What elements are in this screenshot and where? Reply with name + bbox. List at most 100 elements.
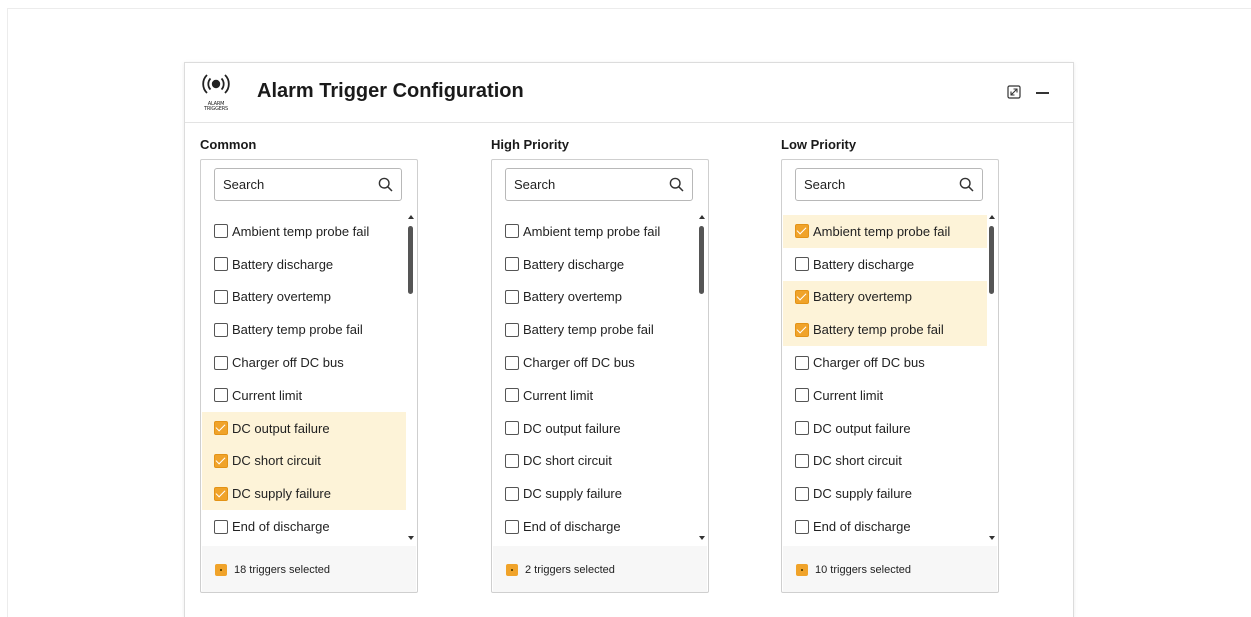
trigger-label: Battery overtemp xyxy=(523,289,622,305)
trigger-item[interactable]: Ambient temp probe fail xyxy=(783,215,987,248)
checkbox[interactable] xyxy=(505,355,519,370)
checkbox[interactable] xyxy=(505,322,519,337)
checkbox[interactable] xyxy=(795,453,809,468)
search-icon[interactable] xyxy=(669,177,684,192)
trigger-item[interactable]: DC supply failure xyxy=(783,477,987,510)
selection-badge-icon xyxy=(215,564,227,576)
trigger-item[interactable]: DC output failure xyxy=(493,412,697,445)
trigger-item[interactable]: DC supply failure xyxy=(493,477,697,510)
checkbox[interactable] xyxy=(214,322,228,337)
scrollbar-thumb[interactable] xyxy=(699,226,704,294)
checkbox[interactable] xyxy=(795,257,809,272)
trigger-item[interactable]: Battery temp probe fail xyxy=(493,313,697,346)
scroll-up-arrow-icon[interactable] xyxy=(408,215,414,219)
scroll-up-arrow-icon[interactable] xyxy=(699,215,705,219)
trigger-item[interactable]: Current limit xyxy=(783,379,987,412)
selection-count: 2 triggers selected xyxy=(525,564,615,576)
scrollbar-thumb[interactable] xyxy=(989,226,994,294)
search-input[interactable] xyxy=(215,169,375,200)
search-input[interactable] xyxy=(796,169,956,200)
trigger-item[interactable]: End of discharge xyxy=(783,510,987,543)
trigger-item[interactable]: Battery discharge xyxy=(202,248,406,281)
checkbox[interactable] xyxy=(214,257,228,272)
checkbox[interactable] xyxy=(505,421,519,436)
scroll-down-arrow-icon[interactable] xyxy=(408,536,414,540)
trigger-item[interactable]: End of discharge xyxy=(493,510,697,543)
trigger-item[interactable]: Battery discharge xyxy=(493,248,697,281)
trigger-item[interactable]: Battery overtemp xyxy=(202,281,406,314)
trigger-label: DC short circuit xyxy=(232,453,321,469)
selection-badge-icon xyxy=(796,564,808,576)
checkbox-checked[interactable] xyxy=(795,289,809,304)
trigger-label: End of discharge xyxy=(232,519,330,535)
checkbox[interactable] xyxy=(795,486,809,501)
checkbox-checked[interactable] xyxy=(214,453,228,468)
trigger-list: Ambient temp probe fail Battery discharge… xyxy=(783,215,987,545)
trigger-label: Battery temp probe fail xyxy=(523,322,654,338)
trigger-item[interactable]: Battery overtemp xyxy=(783,280,987,314)
trigger-item[interactable]: DC output failure xyxy=(202,411,406,445)
selection-count: 10 triggers selected xyxy=(815,564,911,576)
checkbox[interactable] xyxy=(795,519,809,534)
titlebar: ALARM TRIGGERS Alarm Trigger Configurati… xyxy=(185,63,1073,123)
trigger-item[interactable]: DC short circuit xyxy=(493,445,697,478)
checkbox-checked[interactable] xyxy=(795,322,809,337)
checkbox-checked[interactable] xyxy=(214,421,228,436)
trigger-item[interactable]: Battery discharge xyxy=(783,248,987,281)
trigger-label: Charger off DC bus xyxy=(813,355,925,371)
trigger-list: Ambient temp probe fail Battery discharge… xyxy=(493,215,697,545)
checkbox[interactable] xyxy=(214,289,228,304)
checkbox[interactable] xyxy=(505,224,519,239)
trigger-item[interactable]: Current limit xyxy=(493,379,697,412)
search-icon[interactable] xyxy=(959,177,974,192)
trigger-label: Current limit xyxy=(813,387,884,403)
search-input[interactable] xyxy=(506,169,666,200)
checkbox-checked[interactable] xyxy=(795,224,809,239)
trigger-item[interactable]: Battery temp probe fail xyxy=(783,313,987,347)
trigger-item[interactable]: Charger off DC bus xyxy=(493,346,697,379)
search-box xyxy=(505,168,693,201)
trigger-label: Battery discharge xyxy=(813,256,915,272)
logo-text-line2: TRIGGERS xyxy=(204,106,228,112)
trigger-item[interactable]: Ambient temp probe fail xyxy=(493,215,697,248)
checkbox[interactable] xyxy=(505,388,519,403)
checkbox[interactable] xyxy=(505,289,519,304)
scroll-up-arrow-icon[interactable] xyxy=(989,215,995,219)
trigger-label: Current limit xyxy=(232,387,303,403)
checkbox[interactable] xyxy=(214,224,228,239)
alarm-triggers-logo: ALARM TRIGGERS xyxy=(201,70,231,116)
checkbox-checked[interactable] xyxy=(214,486,228,501)
trigger-item[interactable]: DC short circuit xyxy=(202,444,406,478)
trigger-label: DC supply failure xyxy=(523,486,622,502)
trigger-label: DC output failure xyxy=(523,420,621,436)
trigger-label: Battery discharge xyxy=(523,256,625,272)
trigger-item[interactable]: DC short circuit xyxy=(783,445,987,478)
trigger-item[interactable]: Battery temp probe fail xyxy=(202,313,406,346)
scroll-down-arrow-icon[interactable] xyxy=(989,536,995,540)
trigger-item[interactable]: Charger off DC bus xyxy=(783,346,987,379)
search-icon[interactable] xyxy=(378,177,393,192)
checkbox[interactable] xyxy=(214,519,228,534)
checkbox[interactable] xyxy=(505,257,519,272)
trigger-item[interactable]: DC output failure xyxy=(783,412,987,445)
trigger-item[interactable]: End of discharge xyxy=(202,510,406,543)
scrollbar-thumb[interactable] xyxy=(408,226,413,294)
expand-button[interactable] xyxy=(1007,85,1021,99)
trigger-item[interactable]: Charger off DC bus xyxy=(202,346,406,379)
checkbox[interactable] xyxy=(505,453,519,468)
minimize-button[interactable] xyxy=(1035,85,1051,99)
checkbox[interactable] xyxy=(214,388,228,403)
checkbox[interactable] xyxy=(795,355,809,370)
trigger-item[interactable]: Ambient temp probe fail xyxy=(202,215,406,248)
checkbox[interactable] xyxy=(795,421,809,436)
search-box xyxy=(795,168,983,201)
trigger-item[interactable]: Battery overtemp xyxy=(493,281,697,314)
checkbox[interactable] xyxy=(505,519,519,534)
trigger-item[interactable]: Current limit xyxy=(202,379,406,412)
checkbox[interactable] xyxy=(505,486,519,501)
window-title: Alarm Trigger Configuration xyxy=(257,80,524,102)
trigger-item[interactable]: DC supply failure xyxy=(202,477,406,511)
checkbox[interactable] xyxy=(214,355,228,370)
scroll-down-arrow-icon[interactable] xyxy=(699,536,705,540)
checkbox[interactable] xyxy=(795,388,809,403)
